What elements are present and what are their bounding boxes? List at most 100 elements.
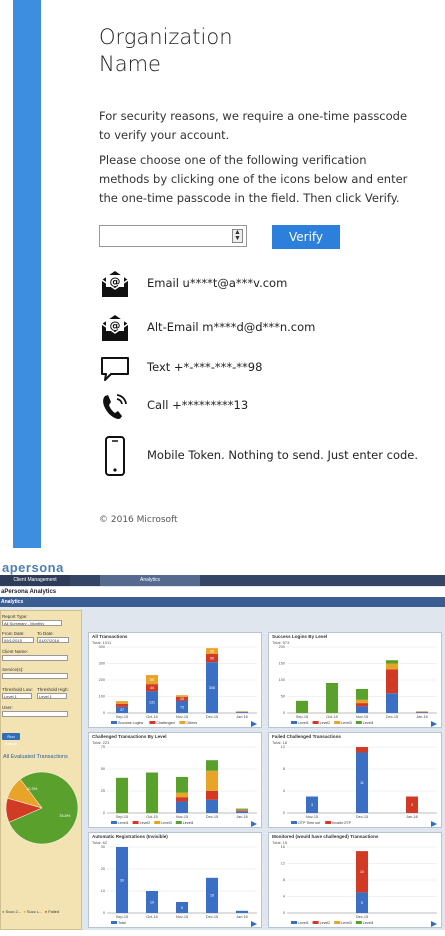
services-label: Service(s):: [2, 667, 24, 672]
x-tick-label: Jan-16: [236, 915, 248, 919]
main-nav: Client Management Analytics: [0, 575, 445, 586]
chart-panel: Monitored (would have challenged) Transa…: [268, 832, 442, 928]
legend-label: Level2: [320, 921, 331, 925]
legend-swatch: [175, 821, 182, 824]
y-tick-label: 0: [283, 711, 285, 715]
y-tick-label: 300: [99, 662, 105, 666]
x-tick-label: Nov-15: [356, 715, 368, 719]
method-text[interactable]: Text +*-***-***-**98: [99, 352, 429, 384]
bar-segment: [176, 792, 188, 798]
pie-title: All Evaluated Transactions: [3, 754, 68, 760]
y-tick-label: 12: [281, 745, 285, 749]
footer-strip: [0, 930, 445, 936]
user-label: User:: [2, 705, 13, 710]
y-tick-label: 200: [279, 645, 285, 649]
phone-call-icon[interactable]: [99, 390, 131, 422]
bar-data-label: 5: [181, 906, 183, 910]
text-message-icon[interactable]: [99, 352, 131, 384]
y-tick-label: 400: [99, 645, 105, 649]
email-icon[interactable]: @: [99, 268, 131, 300]
client-name-select[interactable]: [2, 655, 68, 661]
method-alt-email-label: Alt-Email m****d@d***n.com: [147, 320, 316, 334]
spinner-icon[interactable]: ▲ ▼: [232, 229, 243, 243]
bar-data-label: 44: [150, 686, 154, 690]
threshold-high-label: Threshold High:: [37, 687, 69, 692]
x-tick-label: Nov-15: [176, 815, 188, 819]
chart-panel: All Transactions Total: 1011 0 100 200 300 4…: [88, 632, 262, 728]
nav-client-management[interactable]: Client Management: [0, 575, 70, 586]
nav-analytics[interactable]: Analytics: [100, 575, 200, 586]
pie-label-success-l: 10.3%: [26, 786, 38, 791]
bar-segment: [176, 776, 188, 793]
mobile-token-icon[interactable]: [99, 436, 131, 476]
next-arrow-icon[interactable]: [431, 921, 437, 927]
x-tick-label: Jan-16: [236, 815, 248, 819]
bar-data-label: 3: [311, 803, 313, 807]
bar-data-label: 30: [120, 878, 124, 882]
y-tick-label: 0: [103, 811, 105, 815]
x-tick-label: Dec-15: [206, 715, 218, 719]
x-tick-label: Dec-15: [356, 915, 368, 919]
bar-segment: [116, 777, 128, 813]
chart-panel: Failed Challenged Transactions Total: 18…: [268, 732, 442, 828]
x-tick-label: Nov-15: [306, 815, 318, 819]
next-arrow-icon[interactable]: [431, 721, 437, 727]
next-arrow-icon[interactable]: [251, 921, 257, 927]
legend-label: Total: [118, 921, 126, 925]
services-select[interactable]: [2, 673, 68, 679]
run-report-button[interactable]: Run Report: [2, 733, 20, 746]
user-input[interactable]: [2, 711, 68, 717]
dashboard-header: apersona Client Management Analytics: [0, 558, 445, 586]
bar-segment: [356, 706, 368, 713]
next-arrow-icon[interactable]: [431, 821, 437, 827]
legend-label: Level1: [118, 821, 129, 825]
bar-segment: [356, 703, 368, 707]
method-mobile-token[interactable]: Mobile Token. Nothing to send. Just ente…: [99, 436, 429, 476]
bar-segment: [236, 810, 248, 812]
bar-data-label: 10: [360, 870, 364, 874]
threshold-low-select[interactable]: Level 1: [2, 693, 32, 699]
passcode-input[interactable]: ▲ ▼: [99, 225, 247, 247]
y-tick-label: 50: [281, 695, 285, 699]
y-tick-label: 0: [283, 911, 285, 915]
bar-segment: [296, 700, 308, 713]
method-email-label: Email u****t@a***v.com: [147, 276, 288, 290]
y-tick-label: 4: [283, 789, 285, 793]
bar-segment: [236, 809, 248, 811]
from-date-input[interactable]: 09/1/2015: [2, 637, 34, 643]
evaluated-transactions-pie: 78.8% 10.3%: [5, 771, 79, 845]
method-call[interactable]: Call +*********13: [99, 390, 429, 422]
y-tick-label: 0: [103, 911, 105, 915]
report-type-label: Report Type:: [2, 614, 28, 619]
bar-segment: [116, 701, 128, 704]
verify-button[interactable]: Verify: [272, 225, 340, 249]
method-email[interactable]: @ Email u****t@a***v.com: [99, 268, 429, 300]
bar-data-label: 308: [209, 686, 215, 690]
bar-segment: [206, 791, 218, 800]
next-arrow-icon[interactable]: [251, 821, 257, 827]
bar-data-label: 73: [180, 705, 184, 709]
organization-title: Organization Name: [99, 25, 233, 76]
bar-segment: [416, 712, 428, 713]
y-tick-label: 200: [99, 678, 105, 682]
legend-label: Level1: [298, 921, 309, 925]
legend-label: Invalid OTP: [332, 821, 351, 825]
next-arrow-icon[interactable]: [251, 721, 257, 727]
threshold-high-select[interactable]: Level 1: [37, 693, 67, 699]
y-tick-label: 16: [281, 845, 285, 849]
copyright: © 2016 Microsoft: [99, 515, 178, 525]
method-mobile-token-label: Mobile Token. Nothing to send. Just ente…: [147, 448, 419, 462]
report-type-select[interactable]: All Summary - Monthly: [2, 620, 62, 626]
method-alt-email[interactable]: @ Alt-Email m****d@d***n.com: [99, 312, 429, 344]
to-date-input[interactable]: 01/07/2016: [37, 637, 69, 643]
x-tick-label: Nov-15: [176, 915, 188, 919]
legend-label: Challenged: [156, 721, 174, 725]
bar-data-label: 3: [411, 803, 413, 807]
verification-panel: Organization Name For security reasons, …: [0, 0, 445, 556]
legend-swatch: [179, 721, 186, 724]
bar-segment: [206, 799, 218, 813]
legend-swatch: [334, 721, 341, 724]
legend-swatch: [325, 821, 332, 824]
email-icon[interactable]: @: [99, 312, 131, 344]
x-tick-label: Oct-15: [146, 915, 157, 919]
